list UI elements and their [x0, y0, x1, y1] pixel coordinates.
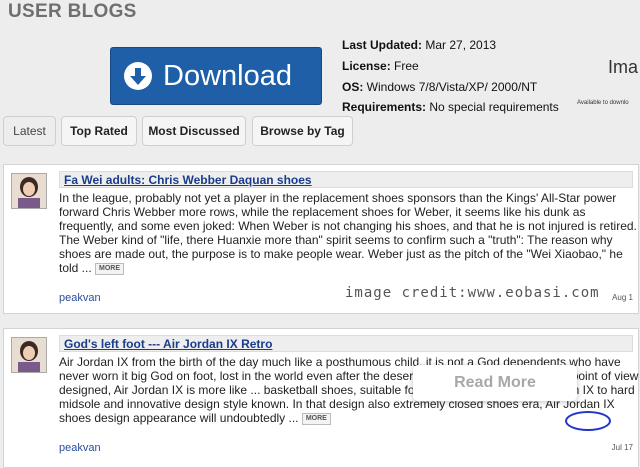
post-author-link[interactable]: peakvan [59, 292, 101, 304]
tab-browse-by-tag[interactable]: Browse by Tag [252, 116, 353, 146]
post-title-link[interactable]: Fa Wei adults: Chris Webber Daquan shoes [59, 171, 633, 188]
post-excerpt: In the league, probably not yet a player… [59, 191, 637, 275]
license: License: Free [342, 59, 419, 73]
ad-small-text: Available to downlo [577, 100, 629, 106]
requirements: Requirements: No special requirements [342, 100, 559, 114]
avatar[interactable] [11, 173, 47, 209]
post-title-link[interactable]: God's left foot --- Air Jordan IX Retro [59, 335, 633, 352]
download-label: Download [163, 59, 292, 92]
image-credit-watermark: image credit:www.eobasi.com [345, 285, 600, 301]
post-date: Jul 17 [611, 443, 633, 452]
download-arrow-icon [124, 62, 152, 90]
last-updated: Last Updated: Mar 27, 2013 [342, 38, 497, 52]
post-author-link[interactable]: peakvan [59, 442, 101, 454]
more-button[interactable]: MORE [301, 412, 331, 425]
ad-heading-cut: Ima [608, 57, 639, 77]
download-button[interactable]: Download [110, 47, 322, 105]
os-info: OS: Windows 7/8/Vista/XP/ 2000/NT [342, 80, 538, 94]
tab-top-rated[interactable]: Top Rated [61, 116, 137, 146]
post-date: Aug 1 [612, 293, 633, 302]
tab-most-discussed[interactable]: Most Discussed [142, 116, 246, 146]
highlight-circle [565, 411, 611, 431]
tab-latest[interactable]: Latest [3, 116, 56, 146]
more-button[interactable]: MORE [95, 262, 125, 275]
avatar[interactable] [11, 337, 47, 373]
page-title: USER BLOGS [8, 1, 137, 22]
read-more-tooltip: Read More [413, 365, 577, 401]
